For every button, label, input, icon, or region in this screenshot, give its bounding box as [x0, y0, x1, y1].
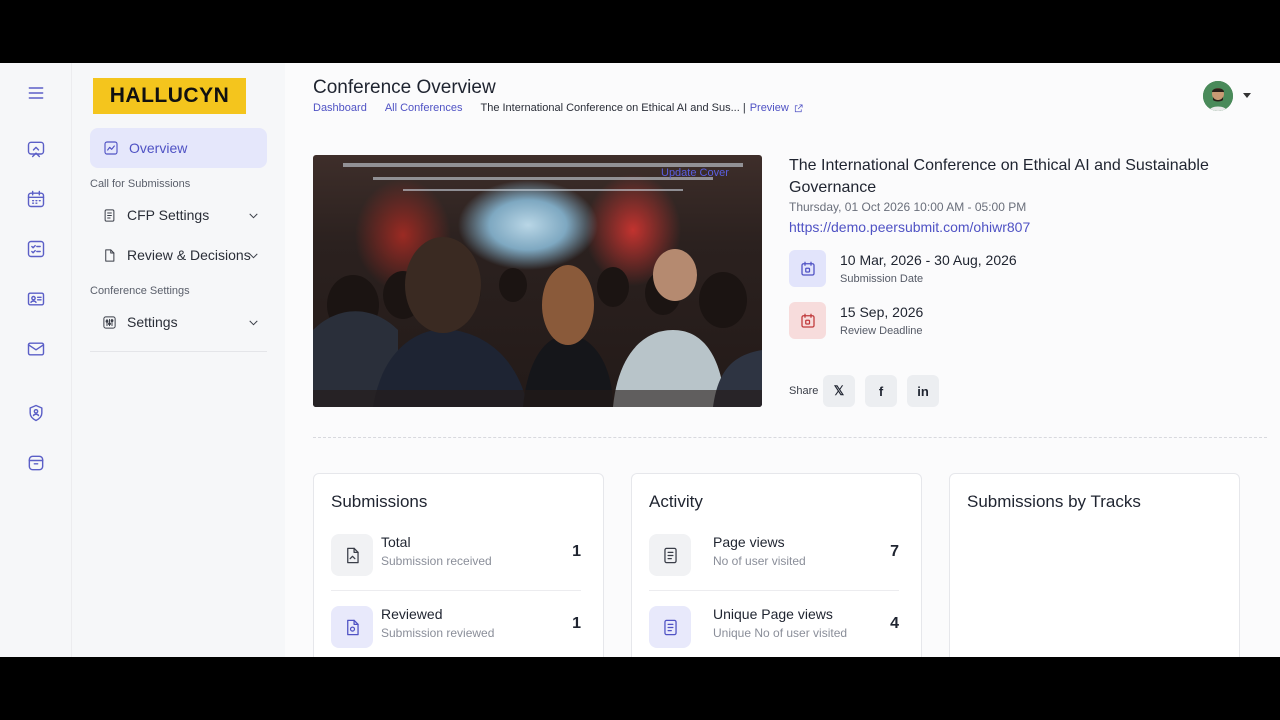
document-icon [104, 208, 115, 222]
checklist-icon[interactable] [24, 237, 48, 261]
tracks-card-title: Submissions by Tracks [967, 492, 1141, 511]
conference-icon[interactable] [24, 137, 48, 161]
stat-total: Total Submission received 1 [331, 532, 581, 578]
breadcrumb-dashboard[interactable]: Dashboard [313, 102, 367, 114]
card-separator [331, 590, 581, 591]
icon-rail [0, 63, 72, 657]
document-icon [663, 547, 677, 563]
app-window: HALLUCYN Overview Call for Submissions C… [0, 63, 1280, 657]
nav-overview[interactable]: Overview [90, 128, 267, 168]
sliders-icon [103, 315, 116, 329]
preview-label: Preview [749, 102, 789, 114]
facebook-icon: f [878, 383, 884, 399]
brand-logo[interactable]: HALLUCYN [93, 78, 246, 114]
nav-review-decisions-label: Review & Decisions [127, 247, 251, 263]
nav-cfp-settings-label: CFP Settings [127, 207, 210, 223]
stat-unique-views-badge [649, 606, 691, 648]
chevron-down-icon [249, 253, 258, 259]
nav-settings-label: Settings [127, 314, 178, 330]
user-photo [1203, 81, 1233, 111]
review-deadline-badge [789, 302, 826, 339]
file-upload-icon [346, 547, 359, 563]
stat-page-views-label: Page views [713, 534, 785, 550]
file-icon [105, 248, 115, 262]
breadcrumb-current-text: The International Conference on Ethical … [480, 102, 740, 114]
section-divider [313, 437, 1267, 438]
calendar-icon [800, 261, 815, 276]
stat-unique-views: Unique Page views Unique No of user visi… [649, 604, 899, 650]
page-title: Conference Overview [313, 77, 496, 98]
cover-image: Update Cover [313, 155, 762, 407]
submission-date-label: Submission Date [840, 273, 924, 285]
chevron-down-icon [249, 320, 258, 326]
update-cover-button[interactable]: Update Cover [661, 167, 729, 179]
submission-date-value: 10 Mar, 2026 - 30 Aug, 2026 [840, 252, 1017, 268]
tracks-card: Submissions by Tracks [949, 473, 1240, 657]
main-content: Conference Overview Dashboard All Confer… [285, 63, 1280, 657]
file-check-icon [346, 619, 359, 635]
card-separator [649, 590, 899, 591]
stat-page-views-sub: No of user visited [713, 554, 806, 568]
share-x-button[interactable]: 𝕏 [823, 375, 855, 407]
menu-icon[interactable] [24, 81, 48, 105]
stat-unique-views-sub: Unique No of user visited [713, 626, 848, 640]
stat-total-value: 1 [572, 543, 581, 560]
logo-text: HALLUCYN [109, 84, 230, 107]
account-dropdown-icon[interactable] [1243, 93, 1251, 98]
stat-total-badge [331, 534, 373, 576]
breadcrumb: Dashboard All Conferences The Internatio… [313, 102, 804, 114]
stat-total-label: Total [381, 534, 411, 550]
breadcrumb-all-conferences[interactable]: All Conferences [385, 102, 463, 114]
stat-page-views-badge [649, 534, 691, 576]
archive-icon[interactable] [24, 451, 48, 475]
submissions-card-title: Submissions [331, 492, 428, 511]
share-linkedin-button[interactable]: in [907, 375, 939, 407]
review-deadline-label: Review Deadline [840, 325, 923, 337]
activity-card: Activity Page views No of user visited 7… [631, 473, 922, 657]
shield-user-icon[interactable] [24, 401, 48, 425]
stat-reviewed-label: Reviewed [381, 606, 443, 622]
calendar-icon[interactable] [24, 187, 48, 211]
stat-reviewed-sub: Submission reviewed [381, 626, 495, 640]
breadcrumb-current: The International Conference on Ethical … [480, 102, 745, 114]
nav-cfp-settings[interactable]: CFP Settings [102, 200, 260, 230]
breadcrumb-separator: | [742, 102, 746, 114]
submissions-card: Submissions Total Submission received 1 … [313, 473, 604, 657]
external-link-icon [794, 103, 803, 112]
share-label: Share [789, 385, 819, 397]
conference-title: The International Conference on Ethical … [789, 157, 1209, 196]
sidebar-divider [90, 351, 267, 352]
stat-page-views: Page views No of user visited 7 [649, 532, 899, 578]
chart-icon [104, 141, 118, 155]
preview-link[interactable]: Preview [750, 102, 804, 114]
stat-total-sub: Submission received [381, 554, 492, 568]
chevron-down-icon [249, 213, 258, 219]
calendar-icon [800, 313, 815, 328]
x-icon: 𝕏 [833, 383, 845, 398]
conference-url[interactable]: https://demo.peersubmit.com/ohiwr807 [789, 219, 1030, 235]
linkedin-icon: in [917, 383, 929, 399]
stat-unique-views-value: 4 [890, 615, 899, 632]
review-deadline-value: 15 Sep, 2026 [840, 304, 924, 320]
conference-datetime: Thursday, 01 Oct 2026 10:00 AM - 05:00 P… [789, 200, 1027, 214]
share-facebook-button[interactable]: f [865, 375, 897, 407]
nav-review-decisions[interactable]: Review & Decisions [102, 240, 260, 270]
avatar[interactable] [1203, 81, 1233, 111]
activity-card-title: Activity [649, 492, 703, 511]
stat-unique-views-label: Unique Page views [713, 606, 833, 622]
stat-reviewed: Reviewed Submission reviewed 1 [331, 604, 581, 650]
document-icon [663, 619, 677, 635]
submission-date-badge [789, 250, 826, 287]
stat-reviewed-badge [331, 606, 373, 648]
mail-icon[interactable] [24, 337, 48, 361]
nav-overview-label: Overview [129, 140, 188, 156]
nav-settings[interactable]: Settings [102, 307, 260, 337]
stat-reviewed-value: 1 [572, 615, 581, 632]
stat-page-views-value: 7 [890, 543, 899, 560]
section-call-for-submissions: Call for Submissions [90, 178, 191, 190]
sidebar: HALLUCYN Overview Call for Submissions C… [72, 63, 285, 657]
contacts-icon[interactable] [24, 287, 48, 311]
section-conference-settings: Conference Settings [90, 285, 190, 297]
audience-illustration [313, 163, 762, 407]
